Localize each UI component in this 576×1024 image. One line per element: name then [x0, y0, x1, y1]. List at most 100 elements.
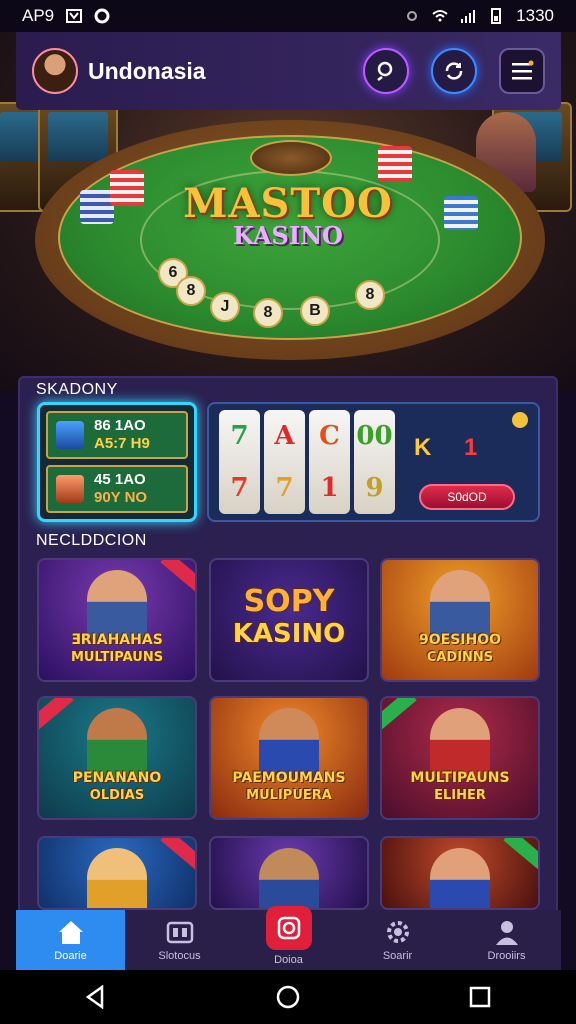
search-icon [377, 61, 393, 81]
bottom-navigation: Doarie Slotocus Doioa Soarir Drooiirs [16, 906, 561, 970]
game-tile[interactable]: PENANANO OLDIAS [37, 696, 197, 820]
game-character [430, 570, 490, 640]
slot-reel: A 7 [264, 410, 305, 514]
slot-reels: 7 7 A 7 C 1 00 9 [219, 410, 395, 514]
logo-line2: KASINO [233, 221, 343, 250]
game-tile[interactable] [37, 836, 197, 910]
status-time: 1330 [516, 6, 554, 25]
reel-symbol: 9 [365, 473, 384, 503]
reel-symbol: A [274, 421, 295, 451]
search-button[interactable] [363, 48, 409, 94]
new-ribbon [503, 838, 538, 873]
bet-spot[interactable]: 8 [176, 276, 206, 306]
game-tile[interactable]: SOPY KASINO [209, 558, 369, 682]
game-character [87, 570, 147, 640]
menu-icon [512, 60, 534, 80]
game-title: ƎRIAHAHAS MULTIPAUNS [70, 632, 164, 665]
reel-symbol: C [319, 421, 340, 451]
home-icon [58, 921, 83, 944]
reel-symbol: 7 [230, 473, 249, 503]
notification-icon [66, 9, 83, 23]
logo-line1: MASTOO [183, 180, 393, 227]
nav-profile[interactable]: Drooiirs [452, 910, 561, 970]
back-icon[interactable] [82, 983, 110, 1011]
nav-label: Drooiirs [487, 950, 526, 962]
status-left-text: AP9 [22, 6, 55, 25]
game-character [87, 848, 147, 908]
new-ribbon [382, 698, 417, 733]
promo-card[interactable]: 86 1AO A5:7 H9 45 1AO 90Y NO [37, 402, 197, 522]
slot-reel: 00 9 [354, 410, 395, 514]
game-character [87, 708, 147, 778]
promo-line2: A5:7 H9 [94, 435, 150, 452]
refresh-icon [445, 62, 463, 80]
chest-icon [56, 475, 84, 503]
game-title: MULTIPAUNS ELIHER [410, 770, 510, 803]
nav-label: Doarie [54, 950, 87, 962]
hot-ribbon [160, 838, 195, 873]
bet-spot[interactable]: 8 [253, 298, 283, 328]
reel-symbol: 7 [275, 473, 294, 503]
slot-symbol-left: K [414, 434, 432, 461]
refresh-button[interactable] [431, 48, 477, 94]
game-title: 9OESIHOO CADINNS [418, 632, 502, 665]
user-avatar[interactable] [32, 48, 78, 94]
promo-line1: 86 1AO [94, 417, 146, 434]
signal-icon [461, 10, 476, 23]
table-center-plate [250, 140, 332, 176]
slot-machine-card[interactable]: 7 7 A 7 C 1 00 9 K 1 S0dOD [207, 402, 540, 522]
bet-spot[interactable]: B [300, 296, 330, 326]
recents-icon[interactable] [466, 983, 494, 1011]
reel-symbol: 00 [356, 421, 393, 451]
reel-symbol: 7 [230, 421, 249, 451]
info-icon[interactable] [512, 412, 528, 428]
promo-line2: 90Y NO [94, 489, 148, 506]
menu-button[interactable] [499, 48, 545, 94]
promo-line1: 45 1AO [94, 471, 146, 488]
game-tile[interactable]: MULTIPAUNS ELIHER [380, 696, 540, 820]
slot-reel: 7 7 [219, 410, 260, 514]
game-character [259, 708, 319, 778]
game-tile[interactable]: PAEMOUMANS MULIPUERA [209, 696, 369, 820]
gear-icon [386, 921, 409, 943]
nav-label: Soarir [382, 950, 413, 962]
game-tile[interactable] [209, 836, 369, 910]
slot-symbols: K 1 [414, 434, 477, 462]
top-header: Undonasia [16, 32, 561, 110]
system-navigation-bar [0, 970, 576, 1024]
game-title: PENANANO OLDIAS [72, 770, 162, 803]
slot-reel: C 1 [309, 410, 350, 514]
home-button-icon[interactable] [274, 983, 302, 1011]
live-icon [277, 916, 300, 940]
nav-home[interactable]: Doarie [16, 910, 125, 970]
slot-spin-button[interactable]: S0dOD [419, 484, 515, 510]
wifi-icon [432, 10, 448, 22]
battery-icon [491, 8, 502, 24]
bucket-icon [56, 421, 84, 449]
featured-section-title: SKADONY [36, 381, 118, 398]
game-tile[interactable]: 9OESIHOO CADINNS [380, 558, 540, 682]
promo-row[interactable]: 86 1AO A5:7 H9 [46, 411, 188, 459]
slot-symbol-right: 1 [464, 434, 478, 461]
reel-symbol: 1 [320, 473, 339, 503]
game-tile[interactable] [380, 836, 540, 910]
nav-slots[interactable]: Slotocus [125, 910, 234, 970]
game-character [259, 848, 319, 908]
region-label[interactable]: Undonasia [88, 58, 341, 85]
bet-spot[interactable]: J [210, 292, 240, 322]
promo-row[interactable]: 45 1AO 90Y NO [46, 465, 188, 513]
profile-icon [495, 921, 518, 945]
hot-ribbon [160, 560, 195, 595]
nav-settings[interactable]: Soarir [343, 910, 452, 970]
nav-live[interactable]: Doioa [234, 906, 343, 970]
game-title: PAEMOUMANS MULIPUERA [232, 770, 346, 803]
bet-spot[interactable]: 8 [355, 280, 385, 310]
slots-icon [166, 921, 193, 944]
game-title: SOPY KASINO [232, 584, 346, 650]
game-character [430, 848, 490, 908]
brightness-icon [407, 11, 418, 21]
game-character [430, 708, 490, 778]
game-tile[interactable]: ƎRIAHAHAS MULTIPAUNS [37, 558, 197, 682]
nav-label: Slotocus [158, 950, 201, 962]
status-bar: AP9 1330 [0, 0, 576, 32]
